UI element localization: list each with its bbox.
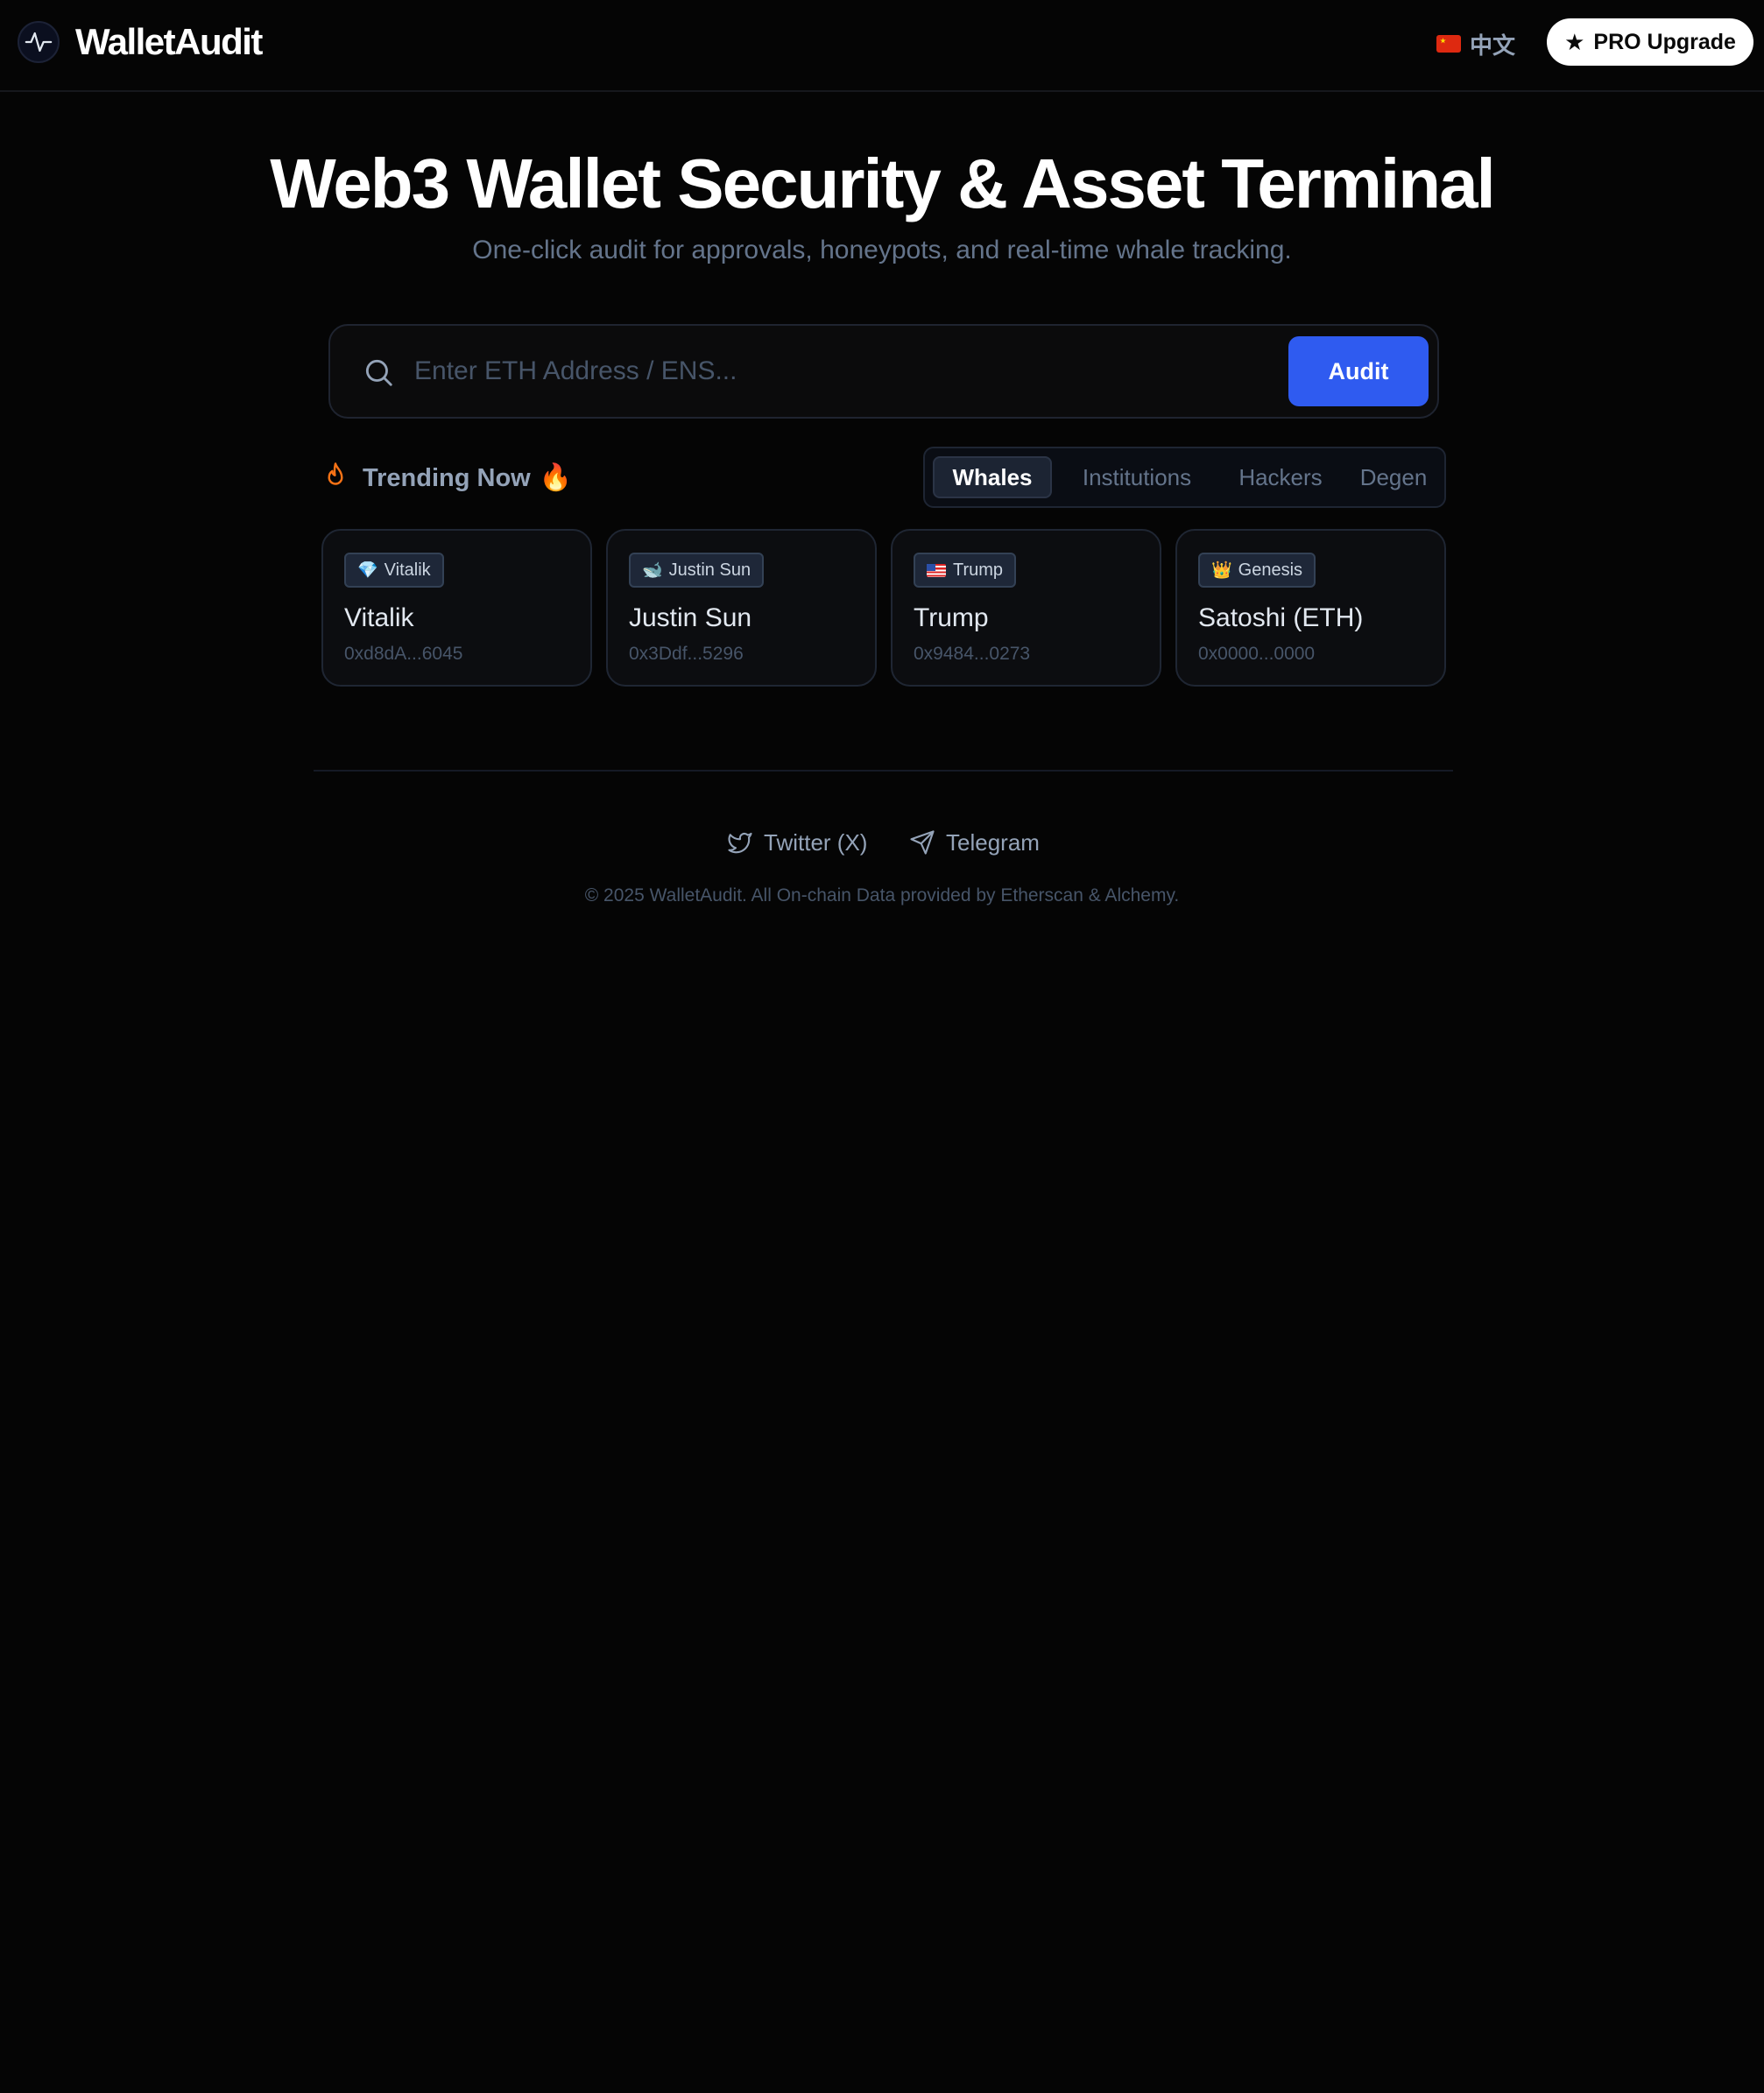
send-plane-icon [910,830,935,855]
wallet-tag: 💎 Vitalik [344,553,444,588]
wallet-name: Trump [914,603,989,632]
fire-emoji-icon: 🔥 [539,463,573,492]
wallet-name: Satoshi (ETH) [1198,603,1364,632]
whale-icon: 🐋 [642,560,663,580]
tab-degen[interactable]: Degen [1346,456,1441,498]
wallet-card-justin-sun[interactable]: 🐋 Justin Sun Justin Sun 0x3Ddf...5296 [606,529,877,687]
wallet-tag: Trump [914,553,1017,588]
wallet-address: 0x3Ddf...5296 [629,644,744,664]
wallet-tag: 🐋 Justin Sun [629,553,765,588]
wallet-tag: 👑 Genesis [1198,553,1316,588]
address-search-input[interactable] [414,347,1168,396]
twitter-link[interactable]: Twitter (X) [727,827,867,858]
wallet-address: 0xd8dA...6045 [344,644,463,664]
wallet-tag-label: Genesis [1238,560,1303,580]
wallet-card-trump[interactable]: Trump Trump 0x9484...0273 [891,529,1161,687]
search-icon [362,356,395,393]
star-icon: ★ [1564,28,1585,55]
trending-label: Trending Now [363,463,531,492]
wallet-tag-label: Justin Sun [668,560,751,580]
wallet-address: 0x9484...0273 [914,644,1031,664]
us-flag-icon [927,563,946,577]
address-search-bar: Audit [328,324,1439,419]
pro-upgrade-label: PRO Upgrade [1593,29,1736,54]
category-tabs: Whales Institutions Hackers Degen [923,447,1446,508]
pulse-logo-icon [18,21,60,63]
telegram-link[interactable]: Telegram [909,827,1040,858]
tab-institutions[interactable]: Institutions [1067,456,1207,498]
top-navigation-bar: WalletAudit 中文 ★ PRO Upgrade [0,0,1764,92]
audit-button[interactable]: Audit [1288,336,1429,406]
telegram-label: Telegram [946,828,1040,856]
china-flag-icon [1436,35,1461,53]
wallet-name: Vitalik [344,603,414,632]
copyright-notice: © 2025 WalletAudit. All On-chain Data pr… [584,885,1180,906]
wallet-card-vitalik[interactable]: 💎 Vitalik Vitalik 0xd8dA...6045 [321,529,592,687]
tab-hackers[interactable]: Hackers [1219,456,1342,498]
brand[interactable]: WalletAudit [18,21,263,63]
diamond-icon: 💎 [357,560,378,580]
brand-name: WalletAudit [75,21,263,62]
wallet-address: 0x0000...0000 [1198,644,1316,664]
wallet-tag-label: Vitalik [384,560,431,580]
twitter-bird-icon [728,832,752,854]
language-switcher[interactable]: 中文 [1436,26,1515,61]
page-title: Web3 Wallet Security & Asset Terminal [270,144,1496,222]
twitter-label: Twitter (X) [764,828,868,856]
footer-divider [314,770,1453,772]
pro-upgrade-button[interactable]: ★ PRO Upgrade [1547,18,1753,66]
page-subtitle: One-click audit for approvals, honeypots… [472,236,1292,264]
wallet-card-satoshi[interactable]: 👑 Genesis Satoshi (ETH) 0x0000...0000 [1175,529,1446,687]
flame-icon [322,462,349,496]
crown-icon: 👑 [1211,560,1232,580]
wallet-name: Justin Sun [629,603,752,632]
wallet-tag-label: Trump [953,560,1004,580]
language-label: 中文 [1470,32,1516,59]
trending-heading: Trending Now 🔥 [322,459,572,497]
tab-whales[interactable]: Whales [933,456,1052,498]
